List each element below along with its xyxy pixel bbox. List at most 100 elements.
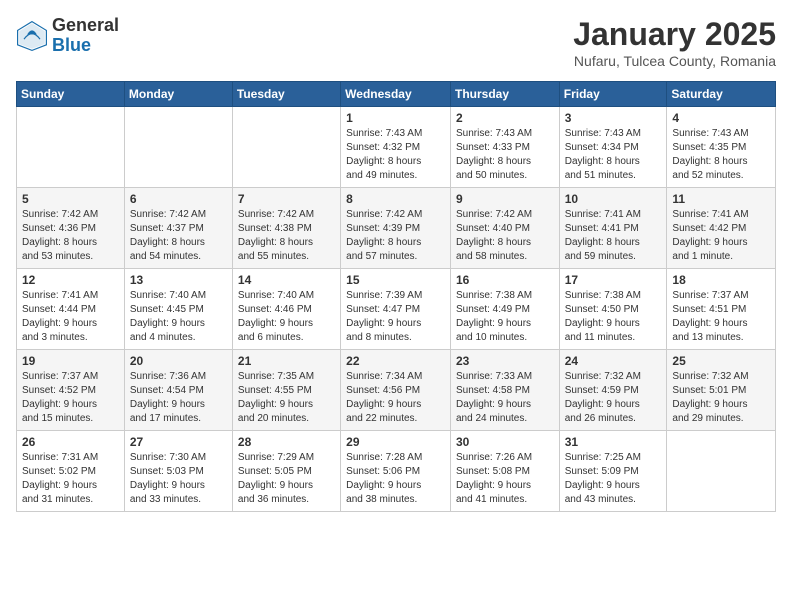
title-block: January 2025 Nufaru, Tulcea County, Roma… [573, 16, 776, 69]
day-info: Sunrise: 7:41 AM Sunset: 4:42 PM Dayligh… [672, 208, 770, 264]
day-info: Sunrise: 7:28 AM Sunset: 5:06 PM Dayligh… [346, 451, 445, 507]
day-info: Sunrise: 7:42 AM Sunset: 4:39 PM Dayligh… [346, 208, 445, 264]
calendar-cell: 15 Sunrise: 7:39 AM Sunset: 4:47 PM Dayli… [341, 269, 451, 350]
day-number: 23 [456, 354, 554, 368]
calendar-cell: 20Sunrise: 7:36 AM Sunset: 4:54 PM Dayli… [124, 350, 232, 431]
day-number: 28 [238, 435, 335, 449]
calendar-day-header: Thursday [450, 82, 559, 107]
day-number: 31 [565, 435, 662, 449]
day-number: 16 [456, 273, 554, 287]
calendar-cell: 16 Sunrise: 7:38 AM Sunset: 4:49 PM Dayli… [450, 269, 559, 350]
day-info: Sunrise: 7:41 AM Sunset: 4:44 PM Dayligh… [22, 289, 119, 345]
day-info: Sunrise: 7:42 AM Sunset: 4:37 PM Dayligh… [130, 208, 227, 264]
day-info: Sunrise: 7:42 AM Sunset: 4:38 PM Dayligh… [238, 208, 335, 264]
day-number: 4 [672, 111, 770, 125]
calendar-cell: 12 Sunrise: 7:41 AM Sunset: 4:44 PM Dayli… [17, 269, 125, 350]
day-number: 30 [456, 435, 554, 449]
day-info: Sunrise: 7:31 AM Sunset: 5:02 PM Dayligh… [22, 451, 119, 507]
calendar-cell: 26Sunrise: 7:31 AM Sunset: 5:02 PM Dayli… [17, 431, 125, 512]
day-info: Sunrise: 7:38 AM Sunset: 4:49 PM Dayligh… [456, 289, 554, 345]
calendar-cell: 18Sunrise: 7:37 AM Sunset: 4:51 PM Dayli… [667, 269, 776, 350]
calendar-cell: 11 Sunrise: 7:41 AM Sunset: 4:42 PM Dayli… [667, 188, 776, 269]
day-number: 12 [22, 273, 119, 287]
day-number: 13 [130, 273, 227, 287]
day-info: Sunrise: 7:32 AM Sunset: 4:59 PM Dayligh… [565, 370, 662, 426]
day-number: 19 [22, 354, 119, 368]
calendar-cell: 10Sunrise: 7:41 AM Sunset: 4:41 PM Dayli… [559, 188, 667, 269]
calendar-cell: 28 Sunrise: 7:29 AM Sunset: 5:05 PM Dayli… [232, 431, 340, 512]
calendar-day-header: Sunday [17, 82, 125, 107]
day-info: Sunrise: 7:42 AM Sunset: 4:40 PM Dayligh… [456, 208, 554, 264]
day-number: 1 [346, 111, 445, 125]
day-info: Sunrise: 7:40 AM Sunset: 4:46 PM Dayligh… [238, 289, 335, 345]
day-number: 2 [456, 111, 554, 125]
day-number: 17 [565, 273, 662, 287]
day-info: Sunrise: 7:35 AM Sunset: 4:55 PM Dayligh… [238, 370, 335, 426]
logo-general-text: General [52, 15, 119, 35]
calendar-cell [667, 431, 776, 512]
day-number: 20 [130, 354, 227, 368]
calendar-cell: 21 Sunrise: 7:35 AM Sunset: 4:55 PM Dayli… [232, 350, 340, 431]
calendar-cell: 4 Sunrise: 7:43 AM Sunset: 4:35 PM Daylig… [667, 107, 776, 188]
day-number: 21 [238, 354, 335, 368]
calendar-cell: 7 Sunrise: 7:42 AM Sunset: 4:38 PM Daylig… [232, 188, 340, 269]
calendar-cell: 31 Sunrise: 7:25 AM Sunset: 5:09 PM Dayli… [559, 431, 667, 512]
day-number: 5 [22, 192, 119, 206]
day-info: Sunrise: 7:42 AM Sunset: 4:36 PM Dayligh… [22, 208, 119, 264]
calendar-week-row: 12 Sunrise: 7:41 AM Sunset: 4:44 PM Dayli… [17, 269, 776, 350]
calendar-cell: 8 Sunrise: 7:42 AM Sunset: 4:39 PM Daylig… [341, 188, 451, 269]
calendar-cell: 22Sunrise: 7:34 AM Sunset: 4:56 PM Dayli… [341, 350, 451, 431]
calendar-cell: 19Sunrise: 7:37 AM Sunset: 4:52 PM Dayli… [17, 350, 125, 431]
day-info: Sunrise: 7:30 AM Sunset: 5:03 PM Dayligh… [130, 451, 227, 507]
calendar-day-header: Monday [124, 82, 232, 107]
logo: General Blue [16, 16, 119, 56]
day-number: 8 [346, 192, 445, 206]
calendar-cell: 13Sunrise: 7:40 AM Sunset: 4:45 PM Dayli… [124, 269, 232, 350]
calendar-cell: 9 Sunrise: 7:42 AM Sunset: 4:40 PM Daylig… [450, 188, 559, 269]
day-info: Sunrise: 7:43 AM Sunset: 4:34 PM Dayligh… [565, 127, 662, 183]
calendar-cell [232, 107, 340, 188]
calendar-cell: 27 Sunrise: 7:30 AM Sunset: 5:03 PM Dayli… [124, 431, 232, 512]
day-number: 11 [672, 192, 770, 206]
calendar-cell [17, 107, 125, 188]
page-header: General Blue January 2025 Nufaru, Tulcea… [16, 16, 776, 69]
day-number: 9 [456, 192, 554, 206]
day-number: 14 [238, 273, 335, 287]
day-number: 22 [346, 354, 445, 368]
day-info: Sunrise: 7:29 AM Sunset: 5:05 PM Dayligh… [238, 451, 335, 507]
calendar-cell: 14 Sunrise: 7:40 AM Sunset: 4:46 PM Dayli… [232, 269, 340, 350]
day-info: Sunrise: 7:39 AM Sunset: 4:47 PM Dayligh… [346, 289, 445, 345]
day-number: 27 [130, 435, 227, 449]
day-number: 25 [672, 354, 770, 368]
day-number: 7 [238, 192, 335, 206]
calendar-week-row: 19Sunrise: 7:37 AM Sunset: 4:52 PM Dayli… [17, 350, 776, 431]
month-title: January 2025 [573, 16, 776, 53]
day-info: Sunrise: 7:43 AM Sunset: 4:35 PM Dayligh… [672, 127, 770, 183]
day-info: Sunrise: 7:43 AM Sunset: 4:33 PM Dayligh… [456, 127, 554, 183]
day-info: Sunrise: 7:26 AM Sunset: 5:08 PM Dayligh… [456, 451, 554, 507]
calendar-day-header: Wednesday [341, 82, 451, 107]
calendar-week-row: 26Sunrise: 7:31 AM Sunset: 5:02 PM Dayli… [17, 431, 776, 512]
day-number: 10 [565, 192, 662, 206]
calendar-cell [124, 107, 232, 188]
day-info: Sunrise: 7:25 AM Sunset: 5:09 PM Dayligh… [565, 451, 662, 507]
calendar-cell: 30 Sunrise: 7:26 AM Sunset: 5:08 PM Dayli… [450, 431, 559, 512]
calendar-cell: 24 Sunrise: 7:32 AM Sunset: 4:59 PM Dayli… [559, 350, 667, 431]
day-info: Sunrise: 7:43 AM Sunset: 4:32 PM Dayligh… [346, 127, 445, 183]
calendar-cell: 29 Sunrise: 7:28 AM Sunset: 5:06 PM Dayli… [341, 431, 451, 512]
calendar-cell: 2 Sunrise: 7:43 AM Sunset: 4:33 PM Daylig… [450, 107, 559, 188]
day-info: Sunrise: 7:37 AM Sunset: 4:51 PM Dayligh… [672, 289, 770, 345]
day-info: Sunrise: 7:38 AM Sunset: 4:50 PM Dayligh… [565, 289, 662, 345]
logo-blue-text: Blue [52, 35, 91, 55]
calendar-cell: 5 Sunrise: 7:42 AM Sunset: 4:36 PM Daylig… [17, 188, 125, 269]
calendar-cell: 17 Sunrise: 7:38 AM Sunset: 4:50 PM Dayli… [559, 269, 667, 350]
calendar-cell: 3Sunrise: 7:43 AM Sunset: 4:34 PM Daylig… [559, 107, 667, 188]
day-number: 15 [346, 273, 445, 287]
logo-text: General Blue [52, 16, 119, 56]
calendar-cell: 25Sunrise: 7:32 AM Sunset: 5:01 PM Dayli… [667, 350, 776, 431]
day-number: 29 [346, 435, 445, 449]
day-number: 24 [565, 354, 662, 368]
calendar-day-header: Saturday [667, 82, 776, 107]
logo-icon [16, 20, 48, 52]
calendar-header-row: SundayMondayTuesdayWednesdayThursdayFrid… [17, 82, 776, 107]
